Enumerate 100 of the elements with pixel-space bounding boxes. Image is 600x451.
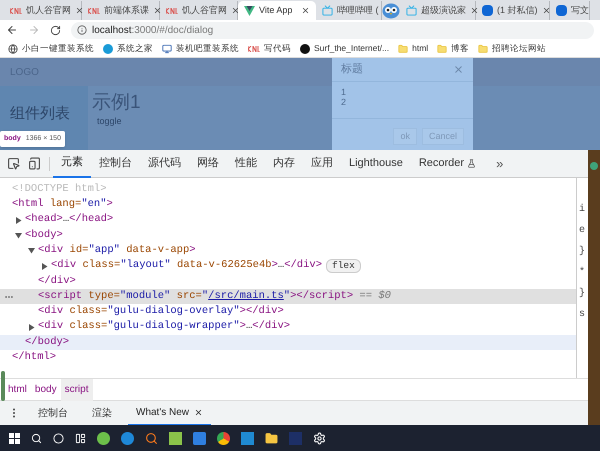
devtools-tab[interactable]: 源代码 — [140, 150, 189, 178]
app-icon[interactable] — [217, 432, 230, 444]
devtools-tab[interactable]: Recorder — [410, 150, 484, 178]
code-token: </body> — [25, 334, 70, 350]
bookmark[interactable]: Surf_the_Internet/... — [300, 42, 390, 55]
dom-tree-line[interactable]: </div> — [0, 274, 576, 290]
drawer-tab[interactable]: 控制台 — [30, 400, 76, 426]
task-view-icon[interactable] — [75, 432, 86, 444]
bookmark[interactable]: 装机吧重装系统 — [162, 42, 239, 55]
close-icon[interactable] — [75, 6, 84, 15]
close-icon[interactable] — [231, 6, 240, 15]
dom-tree-line[interactable]: <div class="layout" data-v-62625e4b>…</div> flex — [0, 258, 576, 274]
code-token: "module" — [120, 288, 170, 304]
start-icon[interactable] — [9, 432, 20, 444]
devtools-tab[interactable]: 控制台 — [91, 150, 140, 178]
code-token: id= — [68, 242, 88, 258]
code-token: <body> — [25, 228, 63, 243]
dom-tree-line[interactable]: <div id="app" data-v-app> — [0, 243, 576, 258]
bookmark[interactable]: 写代码 — [248, 42, 291, 55]
collapsed-triangle-icon[interactable] — [15, 216, 22, 224]
bookmark[interactable]: 小白一键重装系统 — [8, 42, 94, 55]
settings-icon[interactable] — [313, 432, 326, 444]
code-token: class= — [68, 304, 108, 320]
dom-tree-line[interactable]: <div class="gulu-dialog-wrapper">…</div> — [0, 320, 576, 335]
close-icon[interactable] — [470, 6, 479, 15]
code-token: "app" — [88, 242, 120, 258]
tab-title: (1 封私信) — [497, 4, 538, 17]
search-icon[interactable] — [145, 432, 158, 444]
app-icon[interactable] — [169, 432, 182, 444]
code-token: ></script> — [290, 288, 354, 304]
dom-tree-line[interactable]: </html> — [0, 350, 576, 366]
site-logo-icon — [482, 5, 493, 16]
dom-tree-line[interactable]: <html lang="en"> — [0, 197, 576, 213]
app-badge-icon — [590, 162, 598, 170]
back-icon[interactable] — [6, 24, 18, 36]
search-icon[interactable] — [31, 432, 42, 444]
devtools-tab[interactable]: 内存 — [265, 150, 303, 178]
code-token: <div — [51, 258, 76, 274]
dom-tree-line[interactable]: <body> — [0, 228, 576, 244]
code-token: <html — [12, 197, 44, 212]
bookmark[interactable]: 博客 — [437, 42, 470, 55]
inspect-icon[interactable] — [7, 157, 20, 170]
info-icon — [77, 25, 87, 35]
style-rule-fragment: } — [579, 286, 586, 301]
source-link[interactable]: /src/main.ts — [208, 288, 284, 305]
tab-title: 哔哩哔哩 ( — [337, 4, 378, 17]
breadcrumb[interactable]: body — [30, 378, 61, 400]
style-rule-fragment: * — [579, 266, 586, 280]
devtools-tab[interactable]: Lighthouse — [341, 150, 411, 178]
circle-icon[interactable] — [53, 432, 64, 444]
expanded-triangle-icon[interactable] — [28, 247, 35, 254]
devtools-tab[interactable]: 性能 — [227, 150, 265, 178]
drawer-tab[interactable]: 渲染 — [84, 400, 120, 426]
address-field[interactable]: localhost:3000/#/doc/dialog — [71, 22, 594, 38]
code-token: <!DOCTYPE html> — [12, 182, 107, 197]
code-token: … — [246, 319, 252, 334]
tab-title: 写文 — [571, 4, 589, 17]
code-token: "gulu-dialog-wrapper" — [107, 319, 240, 334]
tab-title: Vite App — [259, 4, 294, 17]
bookmark[interactable]: html — [398, 42, 428, 55]
reload-icon[interactable] — [50, 24, 61, 36]
code-token: </html> — [12, 350, 56, 366]
code-token: </div> — [284, 258, 322, 274]
collapsed-triangle-icon[interactable] — [41, 262, 48, 270]
globe-icon — [8, 44, 18, 54]
close-icon[interactable] — [301, 6, 310, 15]
dom-tree-line[interactable]: <div class="gulu-dialog-overlay"></div> — [0, 304, 576, 320]
style-rule-fragment: } — [579, 244, 586, 259]
close-icon[interactable] — [153, 6, 162, 15]
code-token: src= — [176, 288, 202, 304]
collapsed-triangle-icon[interactable] — [28, 324, 35, 331]
expanded-triangle-icon[interactable] — [15, 232, 22, 240]
breadcrumb[interactable]: html — [4, 378, 31, 400]
app-icon[interactable] — [97, 432, 110, 444]
code-token: "en" — [81, 197, 107, 212]
code-token: … — [62, 212, 70, 228]
tab-title: 前端体系课 — [104, 4, 149, 17]
code-token: … — [278, 258, 284, 274]
bookmark[interactable]: 招聘论坛网站 — [478, 42, 546, 55]
dom-tree-line[interactable]: <head>…</head> — [0, 212, 576, 228]
close-icon[interactable] — [194, 408, 204, 416]
devtools-tab[interactable]: 应用 — [303, 150, 341, 178]
code-token: == $0 — [358, 288, 391, 304]
app-icon[interactable] — [121, 432, 134, 444]
breadcrumb[interactable]: script — [60, 378, 92, 400]
devtools-tab[interactable]: 网络 — [189, 150, 227, 178]
app-icon[interactable] — [193, 432, 206, 444]
code-token: data-v-62625e4b — [176, 258, 272, 274]
sidebar-title: 组件列表 — [10, 105, 70, 122]
v-logo-icon — [244, 6, 255, 16]
device-toolbar-icon[interactable] — [28, 157, 41, 170]
tab-title: 饥人谷官网 — [182, 4, 227, 17]
bookmark[interactable]: 系统之家 — [103, 42, 153, 55]
folder-icon[interactable] — [265, 432, 278, 444]
app-icon[interactable] — [241, 432, 254, 444]
site-logo-icon — [248, 46, 260, 52]
more-tabs-icon[interactable]: » — [496, 154, 504, 174]
browser-tab[interactable]: Vite App — [238, 1, 316, 20]
close-icon[interactable] — [542, 6, 550, 15]
layout-badge[interactable]: flex — [326, 259, 361, 274]
